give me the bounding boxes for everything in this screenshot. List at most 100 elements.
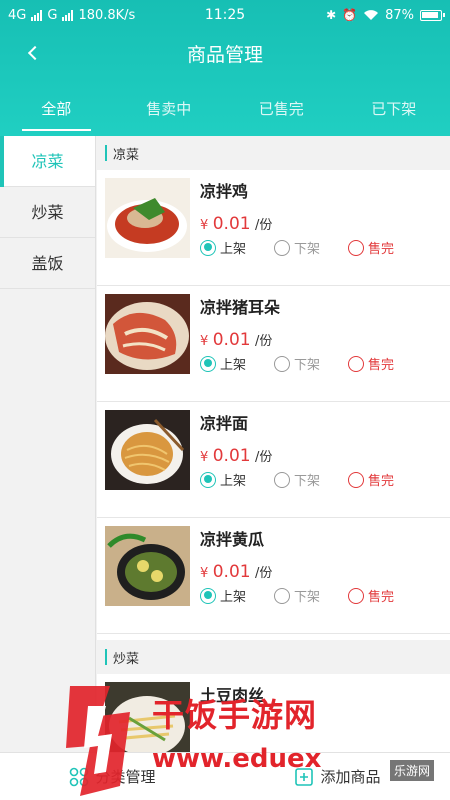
product-item[interactable]: 凉拌黄瓜 ¥ 0.01 /份 上架 下架 售完 [97, 518, 450, 634]
radio-label: 下架 [294, 242, 321, 257]
radio-label: 售完 [368, 474, 395, 489]
category-icon [70, 767, 89, 786]
product-price: ¥ 0.01 /份 [200, 330, 272, 350]
product-name: 土豆肉丝 [200, 686, 265, 705]
product-list: 凉菜 凉拌鸡 ¥ 0.01 /份 上架 下架 售完 凉拌猪耳朵 ¥ 0.01 /… [97, 136, 450, 800]
radio-unchecked-icon [348, 587, 364, 604]
price-value: 0.01 [212, 446, 251, 466]
category-header: 凉菜 [97, 136, 450, 170]
status-radio-off-shelf[interactable]: 下架 [274, 470, 348, 489]
status-radio-sold-out[interactable]: 售完 [348, 238, 422, 257]
signal-icon-2 [62, 9, 74, 21]
add-product-button[interactable]: 添加商品 [225, 753, 450, 800]
sidebar-item-cold-dishes[interactable]: 凉菜 [0, 136, 95, 187]
status-radio-on-shelf[interactable]: 上架 [200, 238, 274, 257]
product-image [105, 178, 190, 258]
radio-label: 下架 [294, 474, 321, 489]
currency-symbol: ¥ [200, 334, 209, 349]
status-radio-sold-out[interactable]: 售完 [348, 470, 422, 489]
radio-unchecked-icon [274, 471, 290, 488]
status-bar: 4G G 180.8K/s 11:25 ✱ ⏰ 87% [0, 0, 450, 30]
radio-unchecked-icon [274, 239, 290, 256]
currency-symbol: ¥ [200, 566, 209, 581]
status-radio-on-shelf[interactable]: 上架 [200, 354, 274, 373]
radio-checked-icon [200, 355, 216, 372]
category-header: 炒菜 [97, 640, 450, 674]
radio-label: 售完 [368, 590, 395, 605]
status-radio-sold-out[interactable]: 售完 [348, 586, 422, 605]
product-item[interactable]: 凉拌猪耳朵 ¥ 0.01 /份 上架 下架 售完 [97, 286, 450, 402]
tab-on-sale[interactable]: 售卖中 [113, 88, 226, 136]
back-button[interactable] [18, 38, 48, 68]
sidebar-item-rice-bowls[interactable]: 盖饭 [0, 238, 95, 289]
price-unit: /份 [255, 450, 273, 465]
tab-sold-out[interactable]: 已售完 [225, 88, 338, 136]
product-image [105, 410, 190, 490]
radio-label: 下架 [294, 590, 321, 605]
signal-icon [31, 9, 43, 21]
page-title: 商品管理 [186, 43, 263, 66]
status-radio-on-shelf[interactable]: 上架 [200, 586, 274, 605]
radio-unchecked-icon [274, 587, 290, 604]
add-product-label: 添加商品 [320, 768, 381, 786]
radio-label: 上架 [220, 590, 247, 605]
bottom-bar: 分类管理 添加商品 [0, 752, 450, 800]
category-marker [105, 145, 107, 161]
product-image [105, 294, 190, 374]
product-name: 凉拌鸡 [200, 182, 249, 201]
status-time: 11:25 [204, 7, 246, 23]
add-icon [295, 767, 314, 786]
status-radio-off-shelf[interactable]: 下架 [274, 238, 348, 257]
alarm-icon: ⏰ [342, 8, 358, 22]
status-radio-sold-out[interactable]: 售完 [348, 354, 422, 373]
wifi-icon [364, 10, 379, 20]
status-radio-on-shelf[interactable]: 上架 [200, 470, 274, 489]
category-manage-label: 分类管理 [95, 768, 156, 786]
radio-label: 下架 [294, 358, 321, 373]
price-value: 0.01 [212, 214, 251, 234]
price-unit: /份 [255, 566, 273, 581]
radio-label: 上架 [220, 242, 247, 257]
radio-checked-icon [200, 239, 216, 256]
network-type-label: 4G [8, 7, 27, 23]
price-unit: /份 [255, 334, 273, 349]
radio-unchecked-icon [348, 239, 364, 256]
network-type-label-2: G [47, 7, 58, 23]
battery-icon [420, 9, 445, 21]
radio-label: 售完 [368, 358, 395, 373]
status-radio-off-shelf[interactable]: 下架 [274, 586, 348, 605]
sidebar-item-stir-fry[interactable]: 炒菜 [0, 187, 95, 238]
radio-label: 上架 [220, 474, 247, 489]
product-item[interactable]: 凉拌鸡 ¥ 0.01 /份 上架 下架 售完 [97, 170, 450, 286]
tab-off-shelf[interactable]: 已下架 [338, 88, 450, 136]
category-header-label: 凉菜 [113, 147, 140, 163]
battery-percent: 87% [385, 7, 414, 23]
currency-symbol: ¥ [200, 218, 209, 233]
app-header: 4G G 180.8K/s 11:25 ✱ ⏰ 87% 商品管理 全部 售卖中 … [0, 0, 450, 136]
tab-all[interactable]: 全部 [0, 88, 113, 136]
radio-checked-icon [200, 587, 216, 604]
filter-tabs: 全部 售卖中 已售完 已下架 [0, 88, 450, 136]
product-name: 凉拌面 [200, 414, 249, 433]
product-name: 凉拌黄瓜 [200, 530, 265, 549]
radio-unchecked-icon [348, 355, 364, 372]
product-image [105, 526, 190, 606]
product-price: ¥ 0.01 /份 [200, 446, 272, 466]
category-manage-button[interactable]: 分类管理 [0, 753, 225, 800]
radio-label: 上架 [220, 358, 247, 373]
network-speed: 180.8K/s [78, 7, 136, 23]
product-item[interactable]: 凉拌面 ¥ 0.01 /份 上架 下架 售完 [97, 402, 450, 518]
radio-unchecked-icon [274, 355, 290, 372]
radio-checked-icon [200, 471, 216, 488]
category-marker [105, 649, 107, 665]
chevron-left-icon [27, 45, 43, 61]
price-unit: /份 [255, 218, 273, 233]
currency-symbol: ¥ [200, 450, 209, 465]
product-name: 凉拌猪耳朵 [200, 298, 281, 317]
category-header-label: 炒菜 [113, 651, 140, 667]
bluetooth-icon: ✱ [326, 8, 337, 22]
product-price: ¥ 0.01 /份 [200, 562, 272, 582]
radio-unchecked-icon [348, 471, 364, 488]
radio-label: 售完 [368, 242, 395, 257]
status-radio-off-shelf[interactable]: 下架 [274, 354, 348, 373]
